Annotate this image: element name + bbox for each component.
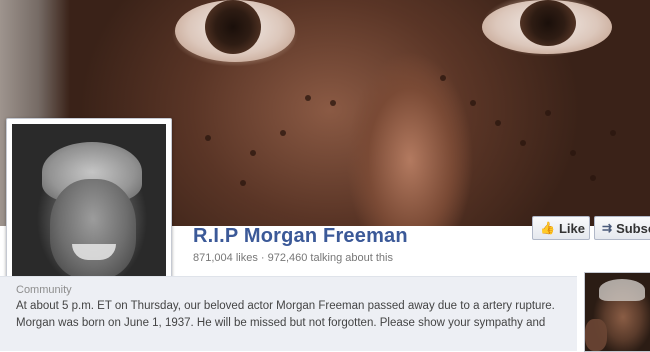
thumbnail-hair [599, 279, 645, 301]
profile-picture[interactable] [6, 118, 172, 286]
profile-photo [12, 124, 166, 280]
rss-feed-icon: ⇉ [602, 221, 613, 235]
about-description: At about 5 p.m. ET on Thursday, our belo… [16, 298, 571, 332]
cover-freckle [330, 100, 336, 106]
photo-thumbnail[interactable] [584, 272, 650, 352]
cover-freckle [590, 175, 596, 181]
about-line: At about 5 p.m. ET on Thursday, our belo… [16, 300, 555, 312]
cover-freckle [240, 180, 246, 186]
cover-freckle [250, 150, 256, 156]
like-button[interactable]: 👍 Like [532, 216, 590, 240]
about-line: Morgan was born on June 1, 1937. He will… [16, 317, 546, 329]
cover-freckle [440, 75, 446, 81]
cover-freckle [280, 130, 286, 136]
cover-freckle [570, 150, 576, 156]
cover-right-iris [520, 0, 576, 46]
cover-freckle [610, 130, 616, 136]
like-label: Like [558, 220, 585, 236]
cover-freckle [470, 100, 476, 106]
cover-freckle [520, 140, 526, 146]
subscribe-label: Subscribe [616, 220, 650, 236]
thumbs-up-icon: 👍 [540, 221, 555, 235]
subscribe-button[interactable]: ⇉ Subscribe [594, 216, 650, 240]
cover-freckle [545, 110, 551, 116]
thumbnail-hand [585, 319, 607, 351]
page-title[interactable]: R.I.P Morgan Freeman [193, 225, 408, 248]
page-stats: 871,004 likes · 972,460 talking about th… [193, 252, 393, 264]
profile-face [50, 179, 136, 279]
cover-freckle [495, 120, 501, 126]
page-category[interactable]: Community [16, 284, 72, 296]
cover-left-iris [205, 0, 261, 54]
cover-freckle [305, 95, 311, 101]
cover-freckle [205, 135, 211, 141]
